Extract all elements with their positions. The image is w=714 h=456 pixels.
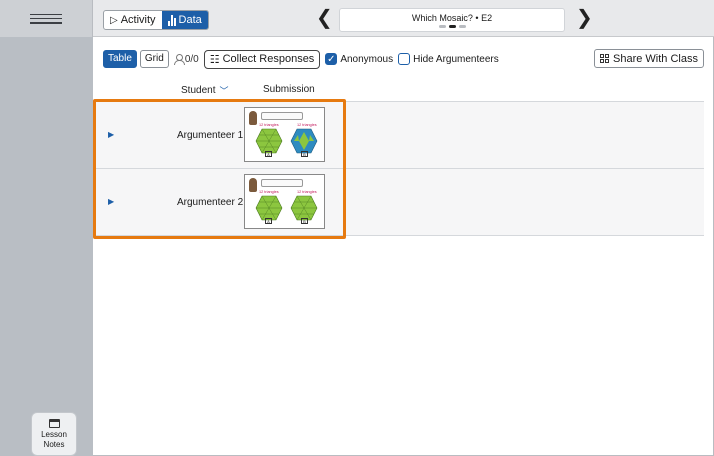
lesson-notes-button[interactable]: Lesson Notes — [31, 412, 77, 456]
data-tab-label: Data — [178, 14, 202, 26]
student-name: Argumenteer 2 — [177, 197, 244, 208]
option-b-label: B — [301, 218, 308, 224]
character-avatar — [249, 178, 257, 192]
checkmark-icon: ✓ — [325, 53, 338, 65]
grid-icon — [600, 54, 610, 63]
student-name: Argumenteer 1 — [177, 130, 244, 141]
collect-responses-label: Collect Responses — [222, 53, 315, 65]
table-divider — [93, 235, 704, 236]
binder-icon — [48, 418, 60, 428]
view-toggle: Table Grid — [103, 50, 169, 68]
option-b-label: B — [301, 151, 308, 157]
mode-toggle: ▷ Activity Data — [103, 10, 209, 30]
response-count-value: 0/0 — [184, 53, 199, 65]
lesson-notes-label-2: Notes — [43, 439, 65, 449]
activity-tab-label: Activity — [120, 14, 156, 26]
speech-bubble — [261, 179, 303, 187]
bar-chart-icon — [167, 14, 176, 26]
activity-tab[interactable]: ▷ Activity — [104, 11, 162, 29]
table-row: ▶ Argumenteer 2 12 triangles 12 triangle… — [93, 169, 704, 235]
play-icon: ▷ — [110, 14, 118, 26]
data-tab[interactable]: Data — [161, 11, 208, 29]
hamburger-icon — [30, 13, 62, 24]
thumb-right-label: 12 triangles — [297, 123, 317, 127]
grid-view-button[interactable]: Grid — [139, 50, 169, 68]
expand-row-icon[interactable]: ▶ — [108, 197, 114, 206]
lesson-notes-label-1: Lesson — [41, 429, 67, 439]
table-view-button[interactable]: Table — [103, 50, 137, 68]
slide-title: Which Mosaic? • E2 — [411, 13, 493, 23]
submission-thumbnail[interactable]: 12 triangles 12 triangles A B — [244, 174, 325, 229]
character-avatar — [249, 111, 257, 125]
option-a-label: A — [265, 218, 272, 224]
chevron-right-icon[interactable]: ❯ — [576, 8, 593, 28]
collect-icon: ☷ — [209, 53, 220, 66]
person-icon — [173, 54, 185, 65]
unchecked-box-icon — [398, 53, 411, 65]
speech-bubble — [261, 112, 303, 120]
thumb-left-label: 12 triangles — [259, 123, 279, 127]
slide-pager-dots — [340, 25, 564, 28]
anonymous-label: Anonymous — [340, 53, 394, 65]
left-rail — [0, 37, 93, 456]
table-row: ▶ Argumenteer 1 12 triangles 12 triangle… — [93, 102, 704, 168]
share-with-class-button[interactable]: Share With Class — [594, 49, 704, 68]
option-a-label: A — [265, 151, 272, 157]
slide-title-box: Which Mosaic? • E2 — [339, 8, 565, 32]
response-count: 0/0 — [173, 53, 199, 65]
student-column-header[interactable]: Student ﹀ — [181, 84, 229, 97]
anonymous-checkbox[interactable]: ✓ Anonymous — [325, 53, 393, 65]
thumb-right-label: 12 triangles — [297, 190, 317, 194]
thumb-left-label: 12 triangles — [259, 190, 279, 194]
expand-row-icon[interactable]: ▶ — [108, 130, 114, 139]
chevron-down-icon: ﹀ — [219, 86, 229, 96]
chevron-left-icon[interactable]: ❮ — [316, 8, 333, 28]
hide-argumenteers-label: Hide Argumenteers — [413, 53, 499, 65]
student-column-label: Student — [181, 85, 216, 96]
collect-responses-button[interactable]: ☷ Collect Responses — [203, 49, 321, 69]
hide-argumenteers-checkbox[interactable]: Hide Argumenteers — [398, 53, 499, 65]
top-bar: ▷ Activity Data ❮ Which Mosaic? • E2 ❯ — [0, 0, 714, 37]
menu-button[interactable] — [0, 0, 93, 37]
share-with-class-label: Share With Class — [613, 52, 698, 65]
submission-column-header: Submission — [263, 84, 315, 95]
submission-thumbnail[interactable]: 12 triangles 12 triangles A B — [244, 107, 325, 162]
